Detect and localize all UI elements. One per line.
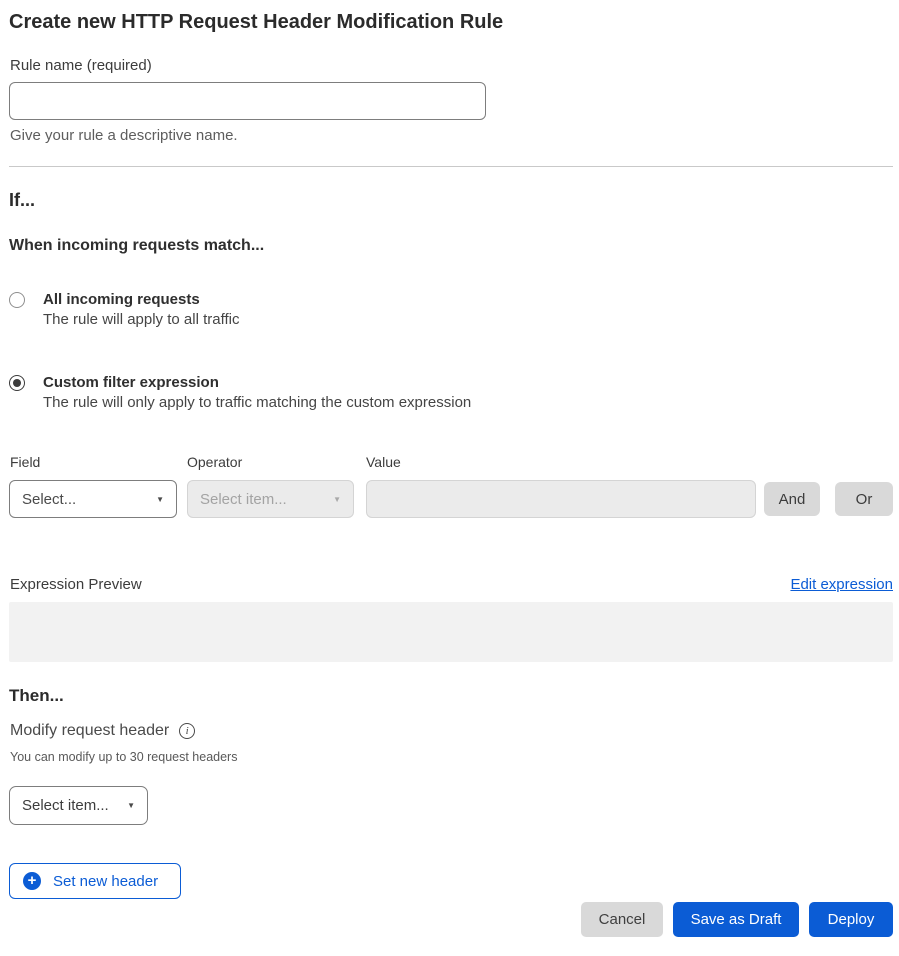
chevron-down-icon: ▼ <box>127 801 135 810</box>
rule-name-input[interactable] <box>9 82 486 120</box>
expression-builder-row: Select... ▼ Select item... ▼ And Or <box>9 480 899 518</box>
header-item-select[interactable]: Select item... ▼ <box>9 786 148 825</box>
expression-preview-label: Expression Preview <box>10 576 142 593</box>
operator-select[interactable]: Select item... ▼ <box>187 480 354 518</box>
match-subheading: When incoming requests match... <box>9 237 899 255</box>
save-as-draft-button[interactable]: Save as Draft <box>673 902 799 937</box>
and-button[interactable]: And <box>764 482 820 516</box>
edit-expression-link[interactable]: Edit expression <box>790 576 893 593</box>
chevron-down-icon: ▼ <box>333 495 341 504</box>
modify-header-label: Modify request header <box>10 722 169 740</box>
or-button[interactable]: Or <box>835 482 893 516</box>
header-item-select-value: Select item... <box>22 797 109 814</box>
field-label: Field <box>10 454 187 471</box>
footer-actions: Cancel Save as Draft Deploy <box>0 902 893 937</box>
section-divider <box>9 166 893 167</box>
radio-label: All incoming requests <box>43 290 239 309</box>
then-heading: Then... <box>9 686 899 706</box>
create-rule-page: Create new HTTP Request Header Modificat… <box>0 0 899 937</box>
radio-option-all-incoming[interactable]: All incoming requests The rule will appl… <box>9 290 899 330</box>
expression-builder-labels: Field Operator Value <box>10 454 899 471</box>
radio-option-texts: All incoming requests The rule will appl… <box>43 290 239 330</box>
radio-description: The rule will apply to all traffic <box>43 309 239 330</box>
rule-name-label: Rule name (required) <box>10 57 899 74</box>
rule-name-help: Give your rule a descriptive name. <box>10 127 899 144</box>
page-title: Create new HTTP Request Header Modificat… <box>9 10 899 34</box>
deploy-button[interactable]: Deploy <box>809 902 893 937</box>
modify-header-row: Modify request header i <box>10 722 899 740</box>
radio-unselected-icon[interactable] <box>9 292 25 308</box>
if-heading: If... <box>9 190 899 211</box>
expression-preview-header: Expression Preview Edit expression <box>10 576 893 593</box>
value-label: Value <box>366 454 401 471</box>
radio-option-custom-filter[interactable]: Custom filter expression The rule will o… <box>9 373 899 413</box>
info-icon[interactable]: i <box>179 723 195 739</box>
radio-label: Custom filter expression <box>43 373 471 392</box>
set-new-header-label: Set new header <box>53 873 158 890</box>
radio-description: The rule will only apply to traffic matc… <box>43 392 471 413</box>
value-input[interactable] <box>366 480 756 518</box>
radio-option-texts: Custom filter expression The rule will o… <box>43 373 471 413</box>
modify-header-help: You can modify up to 30 request headers <box>10 750 899 765</box>
field-select[interactable]: Select... ▼ <box>9 480 177 518</box>
cancel-button[interactable]: Cancel <box>581 902 663 937</box>
set-new-header-button[interactable]: + Set new header <box>9 863 181 899</box>
radio-selected-icon[interactable] <box>9 375 25 391</box>
operator-label: Operator <box>187 454 366 471</box>
operator-select-value: Select item... <box>200 491 287 508</box>
chevron-down-icon: ▼ <box>156 495 164 504</box>
plus-icon: + <box>23 872 41 890</box>
field-select-value: Select... <box>22 491 76 508</box>
expression-preview-box <box>9 602 893 662</box>
